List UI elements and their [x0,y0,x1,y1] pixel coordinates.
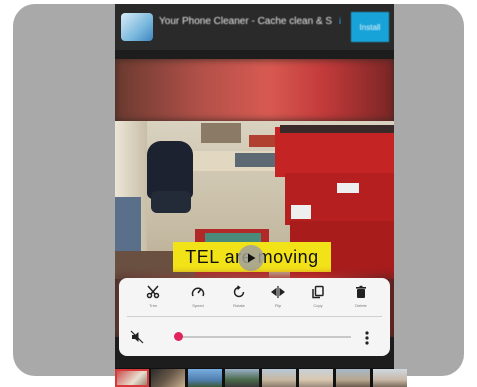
timeline-thumbnail[interactable] [262,369,296,387]
flip-icon [270,284,286,300]
tool-label: Delete [355,303,367,308]
timeline-thumbnail[interactable] [336,369,370,387]
ad-install-button[interactable]: Install [351,12,389,42]
play-icon [248,253,256,263]
tool-label: Trim [149,303,157,308]
ad-title[interactable]: Your Phone Cleaner - Cache clean & S [159,16,335,27]
timeline-thumbnail[interactable] [225,369,259,387]
scissors-icon [145,284,161,300]
timeline-strip[interactable] [115,368,407,387]
copy-button[interactable]: Copy [301,284,335,314]
timeline-thumbnail[interactable] [115,369,149,387]
speed-icon [190,284,206,300]
seek-bar[interactable] [175,336,351,338]
timeline-thumbnail[interactable] [151,369,185,387]
timeline-thumbnail[interactable] [299,369,333,387]
edit-panel: Trim Speed Rotate Flip Copy Delete [119,278,390,356]
more-options-icon[interactable] [364,330,370,346]
panel-divider [127,316,382,317]
ad-banner[interactable]: Your Phone Cleaner - Cache clean & S i I… [115,4,394,50]
mute-icon[interactable] [130,330,144,344]
seek-thumb[interactable] [174,332,184,341]
ad-info-icon[interactable]: i [339,16,341,26]
rotate-icon [231,284,247,300]
rotate-button[interactable]: Rotate [222,284,256,314]
video-frame: TEL are moving [115,121,394,279]
tool-label: Rotate [233,303,245,308]
phone-screen: Your Phone Cleaner - Cache clean & S i I… [115,4,394,376]
speed-button[interactable]: Speed [181,284,215,314]
flip-button[interactable]: Flip [261,284,295,314]
preview-frame: Your Phone Cleaner - Cache clean & S i I… [13,4,464,376]
tool-label: Flip [274,303,282,308]
trim-button[interactable]: Trim [136,284,170,314]
tool-label: Copy [313,303,323,308]
timeline-thumbnail[interactable] [373,369,407,387]
ad-logo [121,13,153,41]
delete-icon [353,284,369,300]
play-button[interactable] [238,245,264,271]
timeline-thumbnail[interactable] [188,369,222,387]
blurred-background-top [115,59,394,121]
delete-button[interactable]: Delete [344,284,378,314]
copy-icon [310,284,326,300]
timeline [115,368,407,387]
tool-label: Speed [192,303,204,308]
